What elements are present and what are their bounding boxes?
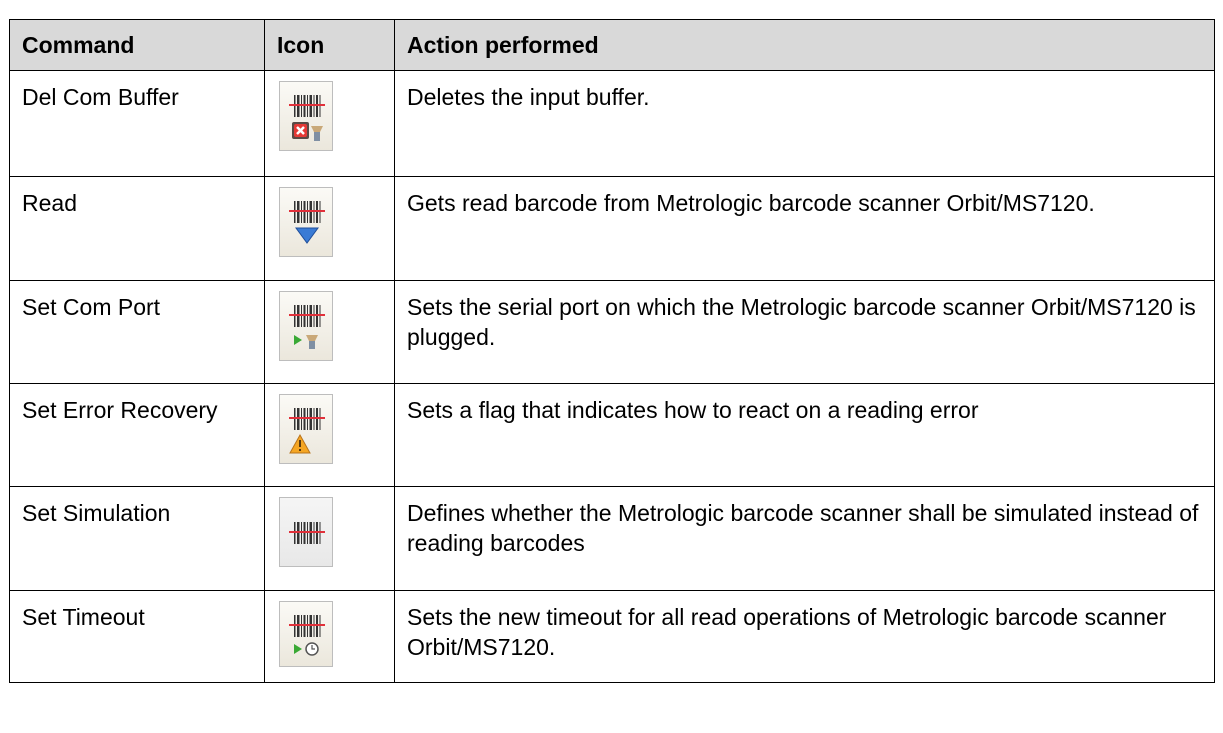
action-description: Sets the new timeout for all read operat… bbox=[394, 590, 1215, 683]
barcode-timeout-icon bbox=[279, 601, 333, 667]
command-table: Command Icon Action performed Del Com Bu… bbox=[9, 19, 1215, 683]
header-icon: Icon bbox=[264, 19, 395, 71]
table-row: Del Com Buffer Deletes the input buffer. bbox=[9, 70, 1215, 177]
table-row: Read Gets read barcode from Metrologic b… bbox=[9, 176, 1215, 281]
header-command: Command bbox=[9, 19, 265, 71]
command-name: Set Simulation bbox=[9, 486, 265, 591]
table-row: Set Error Recovery Sets a flag that indi… bbox=[9, 383, 1215, 487]
action-description: Gets read barcode from Metrologic barcod… bbox=[394, 176, 1215, 281]
barcode-delete-buffer-icon bbox=[279, 81, 333, 151]
header-row: Command Icon Action performed bbox=[9, 19, 1215, 71]
header-action: Action performed bbox=[394, 19, 1215, 71]
command-name: Del Com Buffer bbox=[9, 70, 265, 177]
table-row: Set Timeout Sets the new timeout for all… bbox=[9, 590, 1215, 683]
command-name: Read bbox=[9, 176, 265, 281]
table-row: Set Com Port Sets the serial port on whi… bbox=[9, 280, 1215, 384]
barcode-error-warning-icon bbox=[279, 394, 333, 464]
barcode-simulation-icon bbox=[279, 497, 333, 567]
table-row: Set Simulation Defines whether the Metro… bbox=[9, 486, 1215, 591]
barcode-read-icon bbox=[279, 187, 333, 257]
command-name: Set Com Port bbox=[9, 280, 265, 384]
barcode-com-port-icon bbox=[279, 291, 333, 361]
action-description: Defines whether the Metrologic barcode s… bbox=[394, 486, 1215, 591]
action-description: Sets the serial port on which the Metrol… bbox=[394, 280, 1215, 384]
command-name: Set Timeout bbox=[9, 590, 265, 683]
command-name: Set Error Recovery bbox=[9, 383, 265, 487]
action-description: Sets a flag that indicates how to react … bbox=[394, 383, 1215, 487]
action-description: Deletes the input buffer. bbox=[394, 70, 1215, 177]
